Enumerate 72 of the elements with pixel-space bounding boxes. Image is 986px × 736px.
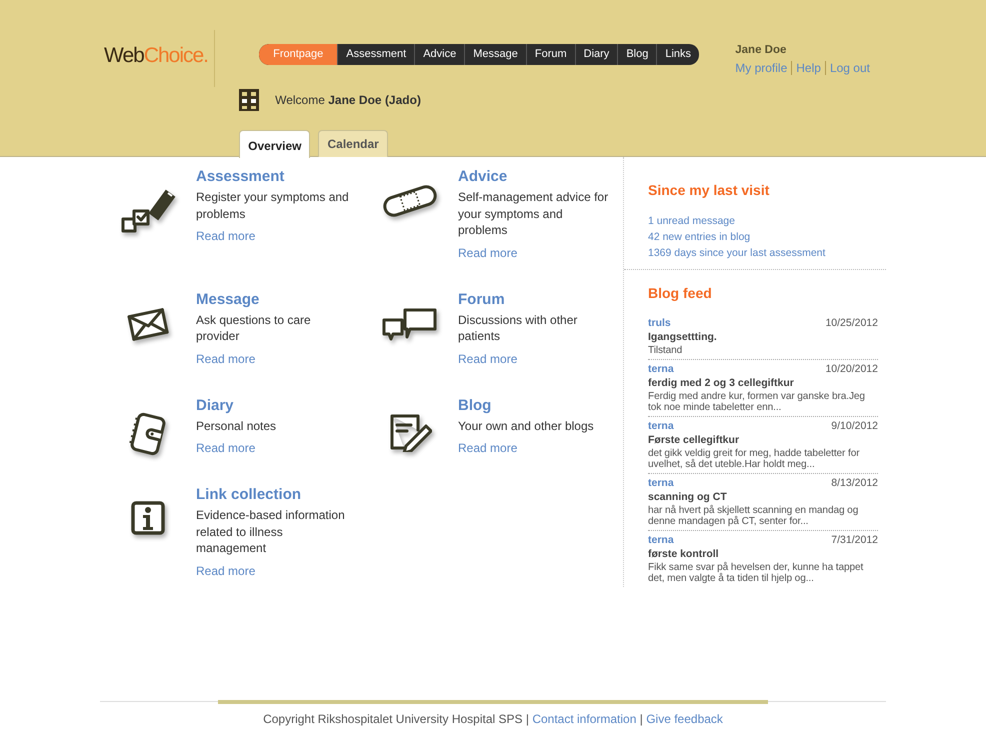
feature-title: Forum [458,290,506,310]
user-link[interactable]: Help [791,61,825,76]
nav-link-item[interactable]: Advice [414,44,464,65]
separator: | [526,712,529,726]
feature-description: Ask questions to care provider [196,312,312,344]
nav-link-item[interactable]: Links [656,44,700,65]
post-excerpt: Fikk same svar på hevelsen der, kunne ha tappet det, men valgte å ta tiden til hjelp og... [648,562,864,584]
building-icon [239,89,260,111]
author-link[interactable]: truls [648,318,671,329]
post-excerpt: Tilstand [648,344,684,356]
post-excerpt: Ferdig med andre kur, formen var ganske bra.Jeg tok noe minde tabeletter enn... [648,390,866,413]
feature-description: Discussions with other patients [458,312,578,344]
separator: | [640,712,643,726]
update-link[interactable]: 42 new entries in blog [648,228,878,245]
nav-link-item[interactable]: Assessment [337,44,414,65]
post-title: ferdig med 2 og 3 cellegiftkur [648,378,795,389]
welcome-text: Welcome Jane Doe (Jado) [275,92,421,109]
read-more-link[interactable]: Read more [196,352,256,366]
info-icon [131,501,165,535]
post-date: 10/25/2012 [825,318,878,329]
nav-link-item[interactable]: Forum [526,44,575,65]
envelope-icon [127,306,169,342]
feature-description: Self-management advice for your symptoms and problems [458,189,610,238]
update-link[interactable]: 1369 days since your last assessment [648,244,878,261]
feature-title: Blog [458,396,492,416]
footer-link[interactable]: Give feedback [646,712,723,726]
feature-title: Diary [196,396,235,416]
read-more-link[interactable]: Read more [196,564,256,578]
author-link[interactable]: terna [648,478,674,489]
post-title: Første cellegiftkur [648,434,740,446]
footer-link[interactable]: Contact information [532,712,636,726]
feature-description: Evidence-based information related to illness management [196,507,346,556]
feature-title: Message [196,290,260,310]
tab[interactable]: Overview [239,130,310,158]
post-title: Igangsettting. [648,332,718,343]
feature-title: Advice [458,167,508,187]
document-pencil-icon [388,412,432,452]
post-date: 7/31/2012 [831,534,878,546]
user-link[interactable]: My profile [735,61,792,76]
post-date: 9/10/2012 [831,420,878,432]
user-name: Jane Doe [735,43,788,58]
section-heading: Blog feed [648,284,713,302]
feature-description: Personal notes [196,418,278,434]
author-link[interactable]: terna [648,364,674,375]
read-more-link[interactable]: Read more [458,246,518,260]
post-date: 8/13/2012 [831,478,878,489]
feature-description: Register your symptoms and problems [196,189,350,222]
read-more-link[interactable]: Read more [196,229,256,243]
feature-title: Assessment [196,167,286,187]
speech-bubbles-icon [381,306,439,342]
read-more-link[interactable]: Read more [196,441,256,455]
post-title: første kontroll [648,548,720,560]
user-link[interactable]: Log out [824,61,874,76]
logo: WebChoice. [104,43,210,69]
nav-link-item[interactable]: Diary [574,44,618,65]
post-excerpt: har nå hvert på skjellett scanning en mandag og denne mandagen på CT, senter for... [648,504,860,527]
post-excerpt: det gikk veldig greit for meg, hadde tabeletter for uvelhet, så det uteble.Har holdt meg... [648,448,860,470]
read-more-link[interactable]: Read more [458,352,518,366]
post-title: scanning og CT [648,492,728,503]
author-link[interactable]: terna [648,420,674,432]
tab[interactable]: Calendar [318,130,388,157]
read-more-link[interactable]: Read more [458,441,518,455]
author-link[interactable]: terna [648,534,674,546]
post-date: 10/20/2012 [825,364,878,375]
section-heading: Since my last visit [648,182,770,199]
feature-description: Your own and other blogs [458,418,595,434]
copyright-text: Copyright Rikshospitalet University Hospital SPS [263,712,523,726]
nav-link-item[interactable]: Frontpage [259,44,338,65]
feature-title: Link collection [196,485,302,505]
update-link[interactable]: 1 unread message [648,212,878,229]
nav-link-item[interactable]: Message [464,44,526,65]
nav-link-item[interactable]: Blog [617,44,656,65]
